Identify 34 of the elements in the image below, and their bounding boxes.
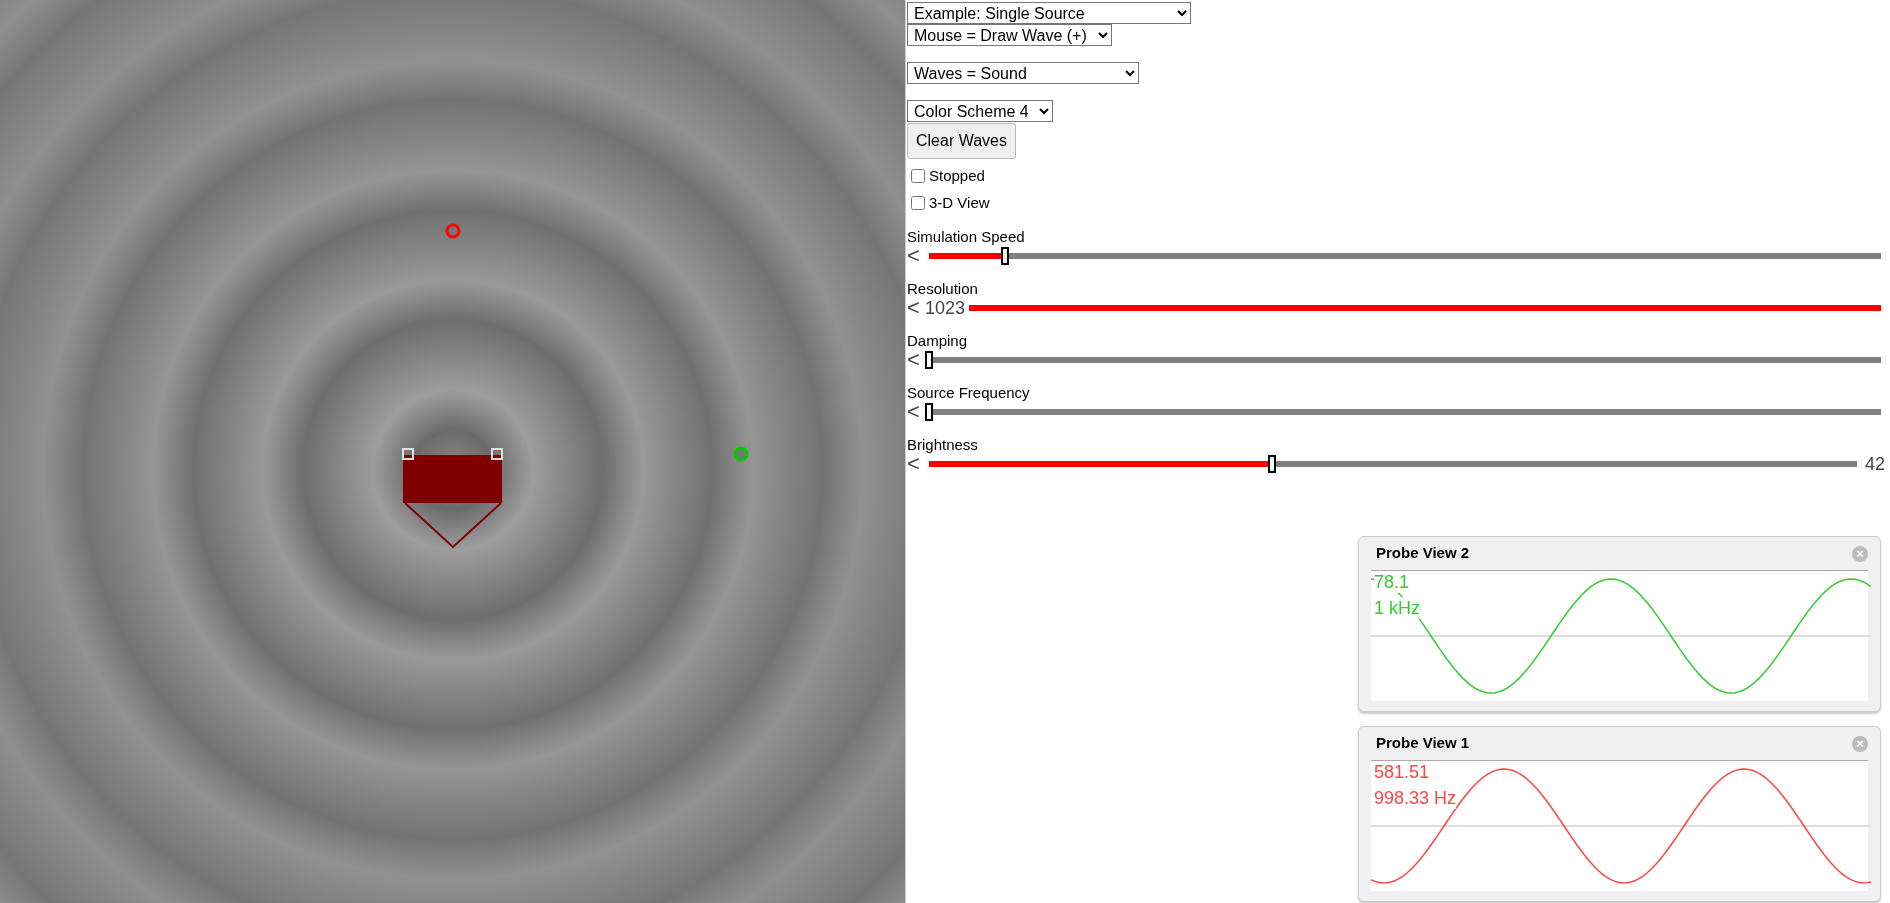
speaker-drawing[interactable] (402, 448, 503, 549)
arrow-text[interactable]: < (907, 298, 925, 318)
handle-icon[interactable] (402, 448, 414, 460)
clear-waves-button[interactable]: Clear Waves (907, 123, 1016, 159)
slider-value: 1023 (925, 298, 966, 318)
arrow-text[interactable]: < (907, 350, 925, 370)
dropdown[interactable]: Color Scheme 4 (907, 100, 1053, 122)
probe-marker[interactable] (445, 223, 461, 239)
checkbox-label: 3-D View (929, 192, 990, 213)
slider-thumb[interactable] (925, 351, 933, 369)
slider-thumb[interactable] (925, 403, 933, 421)
dropdown[interactable]: Example: Single Source (907, 2, 1191, 24)
slider-label: Simulation Speed (907, 228, 1026, 246)
checkbox-label: Stopped (929, 166, 985, 186)
slider-value: 42 (1864, 454, 1885, 474)
arrow-text[interactable]: < (907, 454, 925, 474)
slider-thumb[interactable] (1001, 247, 1010, 265)
probe-frequency: 1 kHz (1374, 597, 1420, 619)
dropdown[interactable]: Waves = Sound (907, 62, 1139, 84)
panel-title: Probe View 1 (1375, 733, 1470, 754)
dropdown[interactable]: Mouse = Draw Wave (+) (907, 24, 1112, 46)
checkbox[interactable] (911, 195, 925, 210)
handle-icon[interactable] (491, 448, 503, 460)
arrow-text[interactable]: < (907, 402, 925, 422)
slider-thumb[interactable] (1268, 455, 1277, 473)
checkbox[interactable] (911, 169, 925, 184)
probe-marker[interactable] (733, 446, 749, 462)
panel-title: Probe View 2 (1375, 543, 1470, 564)
wave-field[interactable] (0, 0, 905, 903)
arrow-text[interactable]: < (907, 246, 925, 266)
slider-label: Resolution (907, 280, 979, 298)
slider-label: Brightness (907, 436, 979, 454)
slider-label: Source Frequency (907, 384, 1031, 402)
slider-label: Damping (907, 332, 969, 350)
